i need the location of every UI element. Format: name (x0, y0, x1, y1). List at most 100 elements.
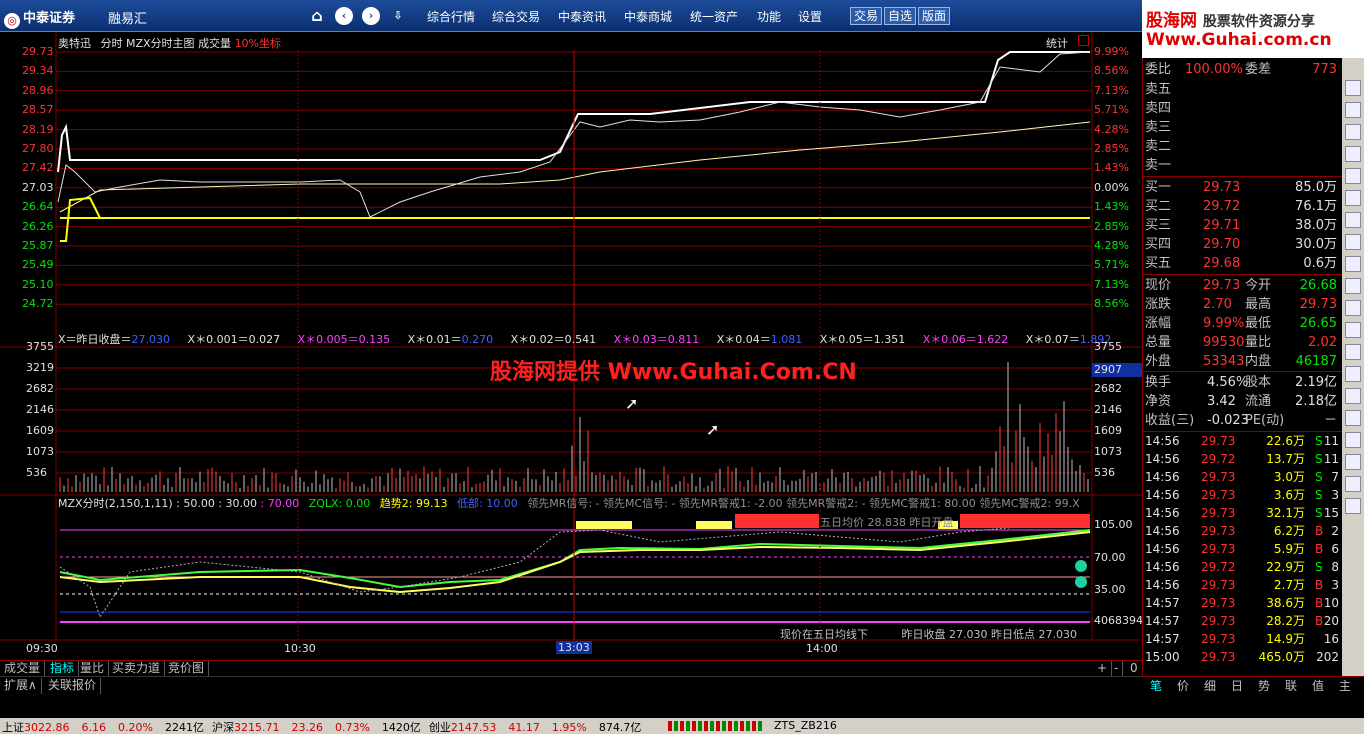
tool-icon[interactable] (1345, 168, 1361, 184)
right-tab[interactable]: 联 (1279, 678, 1303, 694)
time-label-0930: 09:30 (26, 642, 58, 655)
tab-volume[interactable]: 成交量 (0, 661, 46, 677)
tab-expand[interactable]: 扩展∧ (0, 678, 42, 694)
tick-row[interactable]: 14:56 29.73 32.1万 S 15 (1145, 504, 1341, 522)
tool-icon[interactable] (1345, 344, 1361, 360)
menu-settings[interactable]: 设置 (798, 8, 822, 25)
tick-row[interactable]: 15:00 29.73 465.0万 202 (1145, 648, 1341, 666)
tab-auction[interactable]: 竞价图 (164, 661, 210, 677)
back-icon[interactable]: ‹ (335, 7, 353, 25)
tool-icon[interactable] (1345, 410, 1361, 426)
tick-row[interactable]: 14:57 29.73 14.9万 16 (1145, 630, 1341, 648)
quote-value: 29.73 (1203, 278, 1241, 293)
tool-icon[interactable] (1345, 322, 1361, 338)
tool-icon[interactable] (1345, 366, 1361, 382)
signal-block-yellow-2 (696, 521, 732, 529)
tick-count: 6 (1331, 542, 1339, 556)
tick-row[interactable]: 14:56 29.72 22.9万 S 8 (1145, 558, 1341, 576)
price-tick: 27.42 (22, 161, 54, 175)
menu-functions[interactable]: 功能 (757, 8, 781, 25)
volume-tick: 536 (26, 466, 47, 479)
right-tab[interactable]: 价 (1171, 678, 1195, 694)
tick-side: B (1315, 524, 1324, 538)
menu-assets[interactable]: 统一资产 (690, 8, 738, 25)
tick-list[interactable]: 14:56 29.73 22.6万 S 11 14:56 29.72 13.7万 S 11 14:5… (1145, 432, 1341, 666)
tab-buy-sell-force[interactable]: 买卖力道 (108, 661, 166, 677)
finance-label-2: 股本 (1245, 375, 1272, 390)
menu-market[interactable]: 综合行情 (427, 8, 475, 25)
right-tab[interactable]: 细 (1198, 678, 1222, 694)
tab-related-quotes[interactable]: 关联报价 (44, 678, 102, 694)
stats-button[interactable]: 统计 (1046, 35, 1068, 51)
tool-icon[interactable] (1345, 212, 1361, 228)
tick-price: 29.73 (1201, 488, 1236, 502)
quote-value-2: 46187 (1295, 354, 1337, 369)
right-tab[interactable]: 日 (1225, 678, 1249, 694)
right-tab[interactable]: 主 (1333, 678, 1357, 694)
tool-icon[interactable] (1345, 498, 1361, 514)
menu-trade[interactable]: 综合交易 (492, 8, 540, 25)
tick-row[interactable]: 14:56 29.73 6.2万 B 2 (1145, 522, 1341, 540)
right-tab[interactable]: 笔 (1144, 678, 1168, 694)
volume-tick: 2682 (26, 382, 54, 395)
right-tab[interactable]: 势 (1252, 678, 1276, 694)
percent-tick: 1.43% (1094, 200, 1129, 214)
intraday-chart[interactable]: 奥特迅 分时 MZX分时主图 成交量 10%坐标 统计 X＝昨日收盘＝27.03… (0, 32, 1143, 660)
tool-icon[interactable] (1345, 432, 1361, 448)
indicator-tick: 105.00 (1094, 518, 1133, 531)
app-name: 融易汇 (108, 12, 148, 27)
watchlist-button[interactable]: 自选 (884, 7, 917, 25)
tool-icon[interactable] (1345, 476, 1361, 492)
tick-row[interactable]: 14:56 29.73 3.6万 S 3 (1145, 486, 1341, 504)
menu-mall[interactable]: 中泰商城 (624, 8, 672, 25)
tool-icon[interactable] (1345, 80, 1361, 96)
tick-row[interactable]: 14:57 29.73 28.2万 B 20 (1145, 612, 1341, 630)
tick-time: 14:56 (1145, 506, 1180, 520)
zoom-out-button[interactable]: - (1110, 661, 1124, 677)
tool-icon[interactable] (1345, 146, 1361, 162)
tab-indicator[interactable]: 指标 (46, 661, 80, 677)
tick-count: 11 (1323, 434, 1339, 448)
buy-label: 买四 (1145, 237, 1172, 252)
tick-row[interactable]: 14:57 29.73 38.6万 B 10 (1145, 594, 1341, 612)
layout-button[interactable]: 版面 (918, 7, 951, 25)
tick-price: 29.73 (1201, 524, 1236, 538)
tool-icon[interactable] (1345, 102, 1361, 118)
tick-time: 14:56 (1145, 578, 1180, 592)
brand-logo: ◎ 中泰证券 (4, 7, 75, 29)
download-icon[interactable]: ⇩ (389, 7, 407, 25)
tab-vol-ratio[interactable]: 量比 (76, 661, 110, 677)
tool-icon[interactable] (1345, 454, 1361, 470)
tool-icon[interactable] (1345, 278, 1361, 294)
tick-price: 29.73 (1201, 632, 1236, 646)
expand-icon[interactable] (1078, 35, 1089, 46)
tool-icon[interactable] (1345, 256, 1361, 272)
tool-icon[interactable] (1345, 300, 1361, 316)
tick-row[interactable]: 14:56 29.73 22.6万 S 11 (1145, 432, 1341, 450)
trade-button[interactable]: 交易 (850, 7, 883, 25)
forward-icon[interactable]: › (362, 7, 380, 25)
bottom-tabs: 成交量 指标 量比 买卖力道 竞价图 + - 0 (0, 660, 1143, 677)
tick-price: 29.72 (1201, 452, 1236, 466)
tick-row[interactable]: 14:56 29.73 5.9万 B 6 (1145, 540, 1341, 558)
percent-tick: 2.85% (1094, 219, 1129, 233)
chart-header: 奥特迅 分时 MZX分时主图 成交量 10%坐标 (58, 35, 281, 51)
tick-row[interactable]: 14:56 29.73 2.7万 B 3 (1145, 576, 1341, 594)
status-code: ZTS_ZB216 (774, 719, 837, 732)
right-tab[interactable]: 值 (1306, 678, 1330, 694)
right-tabs: 笔价细日势联值主 (1142, 676, 1364, 694)
home-icon[interactable]: ⌂ (308, 7, 326, 25)
buy-volume: 0.6万 (1303, 256, 1337, 271)
tick-side: S (1315, 434, 1323, 448)
tick-row[interactable]: 14:56 29.72 13.7万 S 11 (1145, 450, 1341, 468)
finance-label: 换手 (1145, 375, 1172, 390)
tool-icon[interactable] (1345, 388, 1361, 404)
zoom-reset-button[interactable]: 0 (1126, 661, 1143, 677)
tool-icon[interactable] (1345, 190, 1361, 206)
tool-icon[interactable] (1345, 234, 1361, 250)
index-amount: 874.7亿 (598, 721, 642, 734)
tick-row[interactable]: 14:56 29.73 3.0万 S 7 (1145, 468, 1341, 486)
tool-icon[interactable] (1345, 124, 1361, 140)
menu-news[interactable]: 中泰资讯 (558, 8, 606, 25)
volume-tick-right: 2682 (1094, 382, 1122, 395)
